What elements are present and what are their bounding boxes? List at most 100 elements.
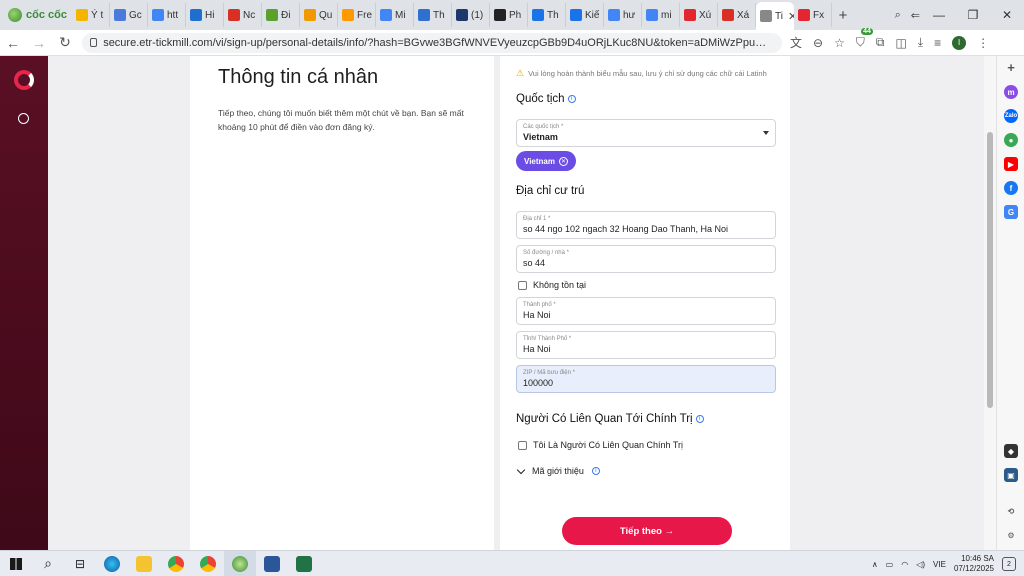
nationality-title: Quốc tịch [516, 93, 565, 105]
tab-search-icon[interactable]: ⌕ [895, 9, 901, 22]
reading-list-icon[interactable]: ≡ [934, 36, 941, 50]
address-line1-field[interactable]: Địa chỉ 1 * so 44 ngo 102 ngach 32 Hoang… [516, 211, 776, 239]
browser-tab[interactable]: Xá [718, 3, 756, 27]
settings-gear-icon[interactable]: ⚙ [1004, 528, 1018, 542]
browser-tab[interactable]: Gc [110, 3, 148, 27]
coccoc-taskbar-app[interactable] [224, 550, 256, 576]
pep-checkbox-row[interactable]: Tôi Là Người Có Liên Quan Chính Trị [518, 440, 683, 450]
warning-triangle-icon: ⚠ [516, 68, 525, 78]
back-button[interactable]: ← [0, 35, 26, 51]
close-window-button[interactable]: ✕ [990, 8, 1024, 22]
youtube-icon[interactable]: ▶ [1004, 157, 1018, 171]
translate-side-icon[interactable]: G [1004, 205, 1018, 219]
translate-icon[interactable]: 文 [790, 34, 802, 51]
browser-tab[interactable]: Fre [338, 3, 376, 27]
browser-tab[interactable]: Th [528, 3, 566, 27]
address-bar[interactable]: secure.etr-tickmill.com/vi/sign-up/perso… [82, 32, 782, 53]
zalo-icon[interactable]: Zalo [1004, 109, 1018, 123]
explorer-taskbar-app[interactable] [128, 551, 160, 576]
back-history-icon[interactable]: ⇐ [911, 9, 920, 22]
browser-tab[interactable]: Ti ✕ [756, 2, 794, 30]
search-taskbar-button[interactable]: ⌕ [32, 551, 64, 576]
forward-button[interactable]: → [26, 35, 52, 51]
referral-expander[interactable]: Mã giới thiệu i [516, 465, 600, 476]
volume-icon[interactable]: ◁) [916, 560, 925, 569]
not-exist-checkbox-row[interactable]: Không tồn tại [518, 280, 586, 290]
wifi-icon[interactable]: ◠ [901, 560, 908, 569]
zoom-icon[interactable]: ⊖ [813, 36, 823, 50]
extension-badge: 44 [861, 28, 873, 35]
reload-button[interactable]: ↻ [52, 34, 78, 51]
remove-chip-icon[interactable]: ✕ [558, 156, 568, 166]
task-view-button[interactable]: ⊟ [64, 551, 96, 576]
f-logo-icon [798, 9, 810, 21]
nationality-chip[interactable]: Vietnam ✕ [516, 151, 576, 171]
browser-tab[interactable]: Đi [262, 3, 300, 27]
excel-taskbar-app[interactable] [288, 551, 320, 576]
tab-label: Qu [319, 9, 333, 21]
start-button[interactable] [0, 551, 32, 576]
next-button[interactable]: Tiếp theo → [562, 517, 732, 545]
history-icon[interactable]: ⟲ [1004, 504, 1018, 518]
referral-info-icon[interactable]: i [591, 467, 600, 475]
not-exist-checkbox[interactable] [518, 280, 527, 290]
browser-brand[interactable]: cốc cốc [0, 8, 72, 22]
browser-tab[interactable]: Kiế [566, 3, 604, 27]
province-field[interactable]: Tỉnh/ Thành Phố * Ha Noi [516, 331, 776, 359]
download-icon[interactable]: ⤓ [918, 35, 923, 50]
language-indicator[interactable]: VIE [933, 560, 946, 569]
browser-tab[interactable]: Xú [680, 3, 718, 27]
game-icon[interactable]: ● [1004, 133, 1018, 147]
street-number-field[interactable]: Số đường / nhà * so 44 [516, 245, 776, 273]
browser-tab[interactable]: Qu [300, 3, 338, 27]
street-number-value: so 44 [523, 258, 546, 268]
browser-tab[interactable]: Ph [490, 3, 528, 27]
chrome2-taskbar-app[interactable] [192, 551, 224, 576]
facebook-icon[interactable]: f [1004, 181, 1018, 195]
browser-tab[interactable]: Mi [376, 3, 414, 27]
pep-info-icon[interactable]: i [695, 415, 704, 423]
app-side-icon[interactable]: ◆ [1004, 444, 1018, 458]
pep-checkbox[interactable] [518, 440, 527, 450]
chrome-taskbar-app[interactable] [160, 551, 192, 576]
google-icon [608, 9, 620, 21]
maximize-button[interactable]: ❐ [956, 8, 990, 22]
browser-tab[interactable]: hư [604, 3, 642, 27]
globe-language-icon[interactable] [18, 113, 29, 124]
browser-tab[interactable]: Nc [224, 3, 262, 27]
page-scrollbar[interactable] [984, 56, 996, 550]
browser-tab[interactable]: Th [414, 3, 452, 27]
add-sidebar-icon[interactable]: + [1004, 60, 1018, 75]
battery-icon[interactable]: ▭ [886, 560, 894, 569]
tab-label: Mi [395, 9, 406, 21]
zip-field[interactable]: ZIP / Mã bưu điện * 100000 [516, 365, 776, 393]
browser-tab[interactable]: htt [148, 3, 186, 27]
browser-tab[interactable]: Fx [794, 3, 832, 27]
media-side-icon[interactable]: ▣ [1004, 468, 1018, 482]
browser-tab[interactable]: (1) [452, 3, 490, 27]
new-tab-button[interactable]: + [832, 7, 854, 24]
browser-tab[interactable]: Ý t [72, 3, 110, 27]
menu-kebab-icon[interactable]: ⋮ [977, 36, 989, 50]
word-taskbar-app[interactable] [256, 551, 288, 576]
scroll-thumb[interactable] [987, 132, 993, 408]
extension-shield-icon[interactable]: ⛉ 44 [856, 28, 873, 50]
split-view-icon[interactable]: ◫ [895, 36, 906, 50]
profile-avatar[interactable]: I [952, 35, 967, 50]
tickmill-logo-icon[interactable] [14, 70, 34, 90]
clock[interactable]: 10:46 SA 07/12/2025 [954, 554, 994, 574]
info-icon[interactable]: i [567, 95, 576, 103]
orange-app-icon [304, 9, 316, 21]
city-field[interactable]: Thành phố * Ha Noi [516, 297, 776, 325]
browser-tab[interactable]: Hi [186, 3, 224, 27]
extensions-puzzle-icon[interactable]: ⧉ [876, 35, 885, 50]
bookmark-star-icon[interactable]: ☆ [834, 36, 845, 50]
edge-taskbar-app[interactable] [96, 551, 128, 576]
nationality-select[interactable]: Các quốc tịch * Vietnam [516, 119, 776, 147]
minimize-button[interactable]: — [922, 8, 956, 22]
messenger-icon[interactable]: m [1004, 85, 1018, 99]
browser-tab[interactable]: mi [642, 3, 680, 27]
notification-center[interactable]: 2 [1002, 557, 1016, 571]
tab-label: Đi [281, 9, 291, 21]
tray-chevron-icon[interactable]: ∧ [872, 560, 878, 569]
